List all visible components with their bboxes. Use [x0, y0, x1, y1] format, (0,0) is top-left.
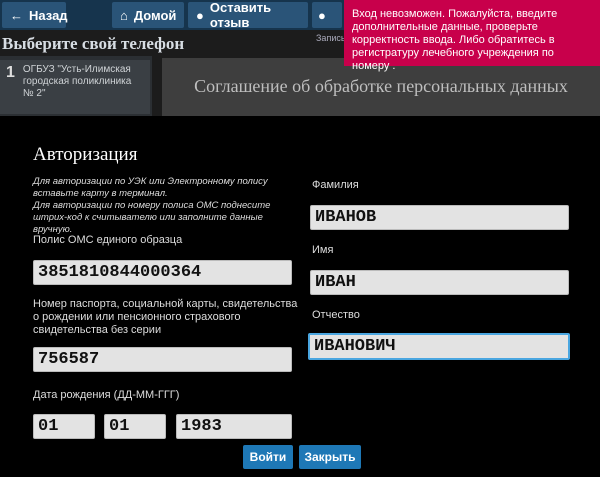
patronymic-label: Отчество [312, 309, 360, 321]
passport-label: Номер паспорта, социальной карты, свидет… [33, 298, 298, 336]
name-label: Имя [312, 244, 334, 256]
arrow-left-icon: ← [10, 7, 23, 23]
feedback-button[interactable]: ● Оставить отзыв [188, 0, 308, 30]
close-button[interactable]: Закрыть [299, 445, 361, 469]
birth-date-label: Дата рождения (ДД-ММ-ГГГ) [33, 389, 180, 401]
back-button[interactable]: ← Назад [2, 2, 68, 28]
home-button[interactable]: ⌂ Домой [112, 2, 184, 28]
birth-month-input[interactable]: 01 [104, 414, 166, 439]
policy-label: Полис ОМС единого образца [33, 234, 183, 246]
patronymic-input[interactable]: ИВАНОВИЧ [308, 333, 570, 360]
home-icon: ⌂ [120, 7, 128, 23]
info-icon: ● [318, 7, 326, 23]
birth-year-input[interactable]: 1983 [176, 414, 292, 439]
surname-input[interactable]: ИВАНОВ [310, 205, 569, 230]
login-button[interactable]: Войти [243, 445, 293, 469]
list-item-number: 1 [6, 64, 15, 81]
info-button[interactable]: ● [312, 2, 342, 28]
surname-label: Фамилия [312, 179, 359, 191]
content-heading: Соглашение об обработке персональных дан… [194, 76, 568, 96]
page-title: Выберите свой телефон [2, 34, 185, 53]
feedback-button-label: Оставить отзыв [209, 0, 272, 30]
background-small-text: Запись [316, 33, 346, 43]
list-item[interactable]: 1 ОГБУЗ "Усть-Илимская городская поликли… [0, 60, 150, 114]
modal-hint: Для авторизации по УЭК или Электронному … [33, 176, 271, 235]
list-item-text: ОГБУЗ "Усть-Илимская городская поликлини… [22, 64, 132, 99]
error-toast: Вход невозможен. Пожалуйста, введите доп… [344, 0, 600, 72]
home-button-label: Домой [133, 7, 177, 23]
speech-bubble-icon: ● [196, 7, 204, 23]
back-button-label: Назад [29, 7, 68, 23]
birth-day-input[interactable]: 01 [33, 414, 95, 439]
modal-title: Авторизация [33, 144, 138, 165]
passport-input[interactable]: 756587 [33, 347, 292, 372]
name-input[interactable]: ИВАН [310, 270, 569, 295]
policy-input[interactable]: 3851810844000364 [33, 260, 292, 285]
